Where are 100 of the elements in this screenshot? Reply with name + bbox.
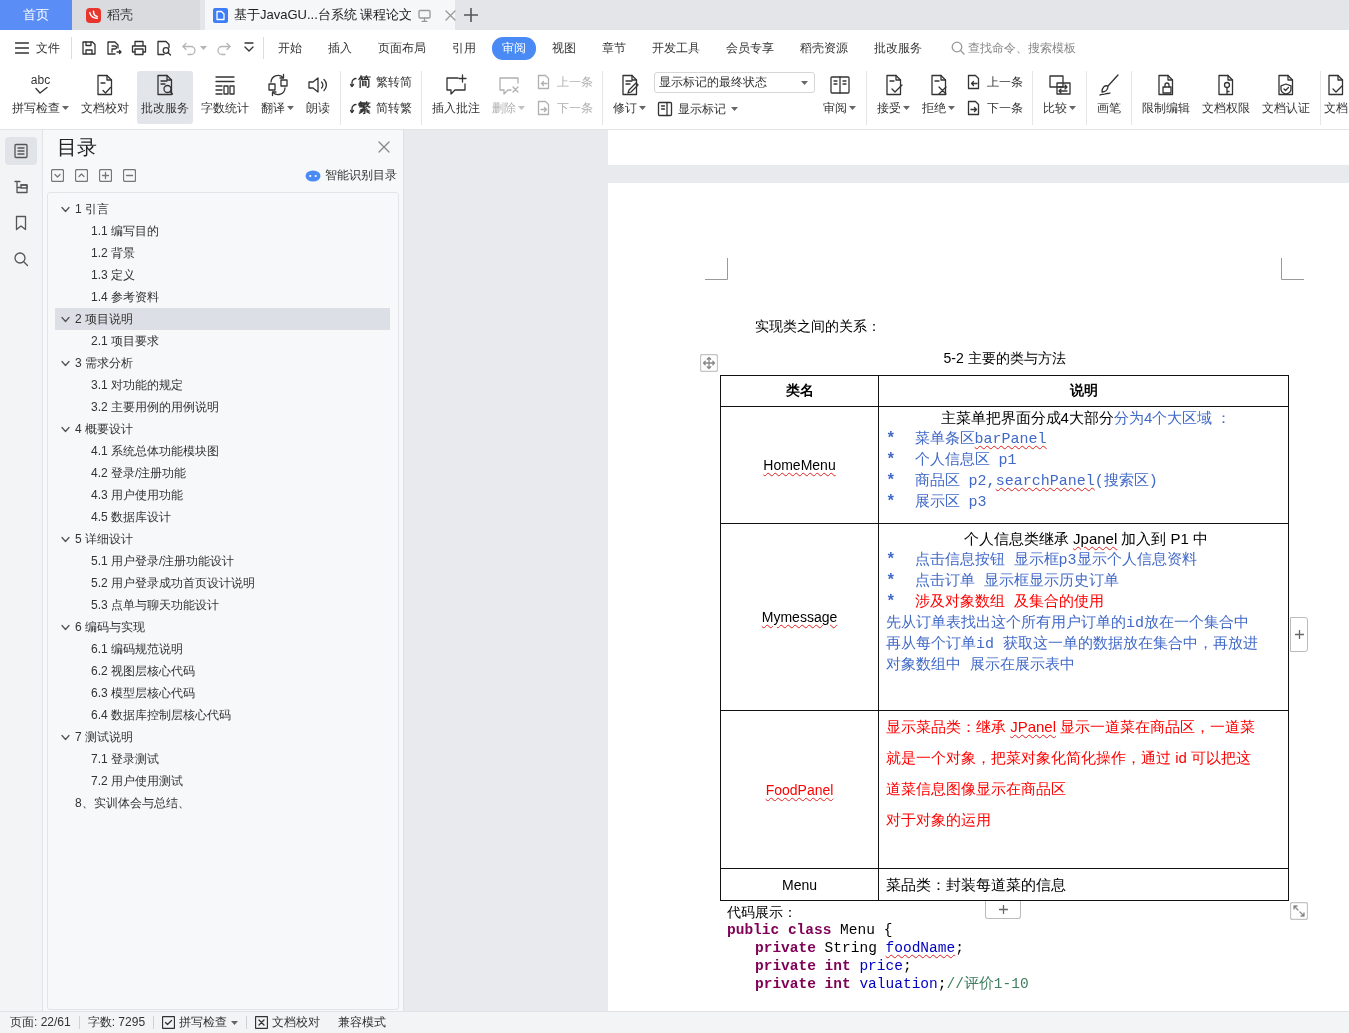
smart-contents-button[interactable]: 智能识别目录: [305, 167, 397, 184]
track-changes-button[interactable]: 修订: [609, 71, 650, 124]
read-aloud-button[interactable]: 朗读: [302, 71, 334, 124]
corner-mark-icon: [1281, 258, 1304, 280]
outline-item[interactable]: 6.2 视图层核心代码: [55, 660, 390, 682]
chevron-down-icon[interactable]: [61, 622, 70, 632]
ribbon-tab[interactable]: 视图: [540, 36, 588, 60]
grading-button[interactable]: 批改服务: [137, 71, 193, 124]
ribbon-tab[interactable]: 页面布局: [366, 36, 438, 60]
outline-item[interactable]: 1.1 编写目的: [55, 220, 390, 242]
spellcheck-status-button[interactable]: 拼写检查: [162, 1014, 239, 1031]
chevron-down-icon[interactable]: [61, 204, 70, 214]
file-menu-button[interactable]: 文件: [15, 37, 60, 59]
document-lines-icon[interactable]: [5, 137, 37, 165]
outline-item[interactable]: 3.1 对功能的规定: [55, 374, 390, 396]
show-markup-button[interactable]: 显示标记: [654, 99, 815, 119]
proofread-status-button[interactable]: 文档校对: [255, 1014, 321, 1031]
outline-item[interactable]: 5.1 用户登录/注册功能设计: [55, 550, 390, 572]
certification-button[interactable]: 文档认证: [1258, 71, 1314, 124]
print-icon[interactable]: [131, 40, 147, 56]
permissions-button[interactable]: 文档权限: [1198, 71, 1254, 124]
chevron-down-box-icon[interactable]: [51, 169, 64, 182]
brush-icon: [1097, 73, 1121, 97]
outline-item[interactable]: 4.5 数据库设计: [55, 506, 390, 528]
add-column-button[interactable]: [1290, 617, 1308, 652]
review-button[interactable]: 审阅: [819, 71, 860, 124]
outline-item[interactable]: 7 测试说明: [55, 726, 390, 748]
outline-item[interactable]: 5 详细设计: [55, 528, 390, 550]
outline-item[interactable]: 7.2 用户使用测试: [55, 770, 390, 792]
markup-mode-dropdown[interactable]: 显示标记的最终状态: [654, 72, 815, 93]
to-traditional-button[interactable]: 繁 简转繁: [347, 98, 415, 118]
outline-item[interactable]: 1.3 定义: [55, 264, 390, 286]
compare-button[interactable]: 比较: [1039, 71, 1080, 124]
word-count-button[interactable]: 字数统计: [197, 71, 253, 124]
resize-icon[interactable]: [1290, 902, 1308, 920]
document-magnifier-icon[interactable]: [156, 40, 172, 56]
pen-button[interactable]: 画笔: [1093, 71, 1125, 124]
outline-item[interactable]: 2 项目说明: [55, 308, 390, 330]
chevron-up-box-icon[interactable]: [75, 169, 88, 182]
list-item-text: 涉及对象数组 及集合的使用: [914, 592, 1104, 613]
outline-item[interactable]: 2.1 项目要求: [55, 330, 390, 352]
chevron-down-icon[interactable]: [61, 358, 70, 368]
ribbon-tab[interactable]: 插入: [316, 36, 364, 60]
ribbon-tab[interactable]: 稻壳资源: [788, 36, 860, 60]
next-change-button[interactable]: 下一条: [963, 98, 1026, 118]
ribbon-tab[interactable]: 章节: [590, 36, 638, 60]
outline-item[interactable]: 6.3 模型层核心代码: [55, 682, 390, 704]
outline-item[interactable]: 7.1 登录测试: [55, 748, 390, 770]
corner-mark-icon: [705, 258, 728, 280]
chevron-down-icon[interactable]: [61, 534, 70, 544]
outline-item[interactable]: 4.2 登录/注册功能: [55, 462, 390, 484]
outline-item[interactable]: 8、实训体会与总结、: [55, 792, 390, 814]
document-tab[interactable]: 基于JavaGU...台系统 课程论文: [205, 0, 455, 30]
insert-comment-button[interactable]: 插入批注: [428, 71, 484, 124]
outline-item[interactable]: 3 需求分析: [55, 352, 390, 374]
app-tab[interactable]: 稻壳: [72, 0, 200, 30]
plus-box-icon[interactable]: [99, 169, 112, 182]
previous-change-button[interactable]: 上一条: [963, 72, 1026, 92]
outline-item[interactable]: 6.1 编码规范说明: [55, 638, 390, 660]
paragraph: 代码展示：: [727, 903, 797, 921]
restrict-editing-button[interactable]: 限制编辑: [1138, 71, 1194, 124]
ribbon-tab[interactable]: 开始: [266, 36, 314, 60]
code-line: private int price;: [755, 957, 912, 975]
document-arrow-icon[interactable]: [106, 40, 122, 56]
outline-item[interactable]: 4 概要设计: [55, 418, 390, 440]
outline-item[interactable]: 3.2 主要用例的用例说明: [55, 396, 390, 418]
ribbon-tab[interactable]: 开发工具: [640, 36, 712, 60]
search-field[interactable]: 查找命令、搜索模板: [968, 41, 1118, 55]
proofread-button[interactable]: 文档校对: [77, 71, 133, 124]
chevron-down-icon[interactable]: [61, 732, 70, 742]
outline-item[interactable]: 1.2 背景: [55, 242, 390, 264]
close-icon[interactable]: [445, 9, 457, 21]
ribbon-tab[interactable]: 引用: [440, 36, 488, 60]
close-icon[interactable]: [378, 141, 390, 153]
spellcheck-button[interactable]: abc 拼写检查: [8, 71, 73, 124]
outline-item[interactable]: 4.3 用户使用功能: [55, 484, 390, 506]
ribbon-tab[interactable]: 会员专享: [714, 36, 786, 60]
accept-button[interactable]: 接受: [873, 71, 914, 124]
move-icon[interactable]: [700, 354, 718, 372]
ribbon-tab[interactable]: 批改服务: [862, 36, 934, 60]
outline-item[interactable]: 1.4 参考资料: [55, 286, 390, 308]
outline-item[interactable]: 5.2 用户登录成功首页设计说明: [55, 572, 390, 594]
add-row-button[interactable]: [985, 901, 1021, 919]
chevron-down-icon[interactable]: [61, 314, 70, 324]
monitor-icon[interactable]: [418, 8, 432, 22]
plus-icon: [464, 8, 478, 22]
outline-item[interactable]: 6 编码与实现: [55, 616, 390, 638]
to-simplified-button[interactable]: 简 繁转简: [347, 72, 415, 92]
outline-item[interactable]: 5.3 点单与聊天功能设计: [55, 594, 390, 616]
document-button[interactable]: 文档: [1323, 71, 1349, 124]
translate-button[interactable]: 翻译: [257, 71, 298, 124]
save-icon[interactable]: [81, 40, 97, 56]
outline-item[interactable]: 1 引言: [55, 198, 390, 220]
code-line: public class Menu {: [727, 921, 893, 939]
reject-button[interactable]: 拒绝: [918, 71, 959, 124]
outline-item[interactable]: 4.1 系统总体功能模块图: [55, 440, 390, 462]
minus-box-icon[interactable]: [123, 169, 136, 182]
outline-item[interactable]: 6.4 数据库控制层核心代码: [55, 704, 390, 726]
lines-and-bars-icon: [213, 73, 237, 97]
chevron-down-icon[interactable]: [61, 424, 70, 434]
